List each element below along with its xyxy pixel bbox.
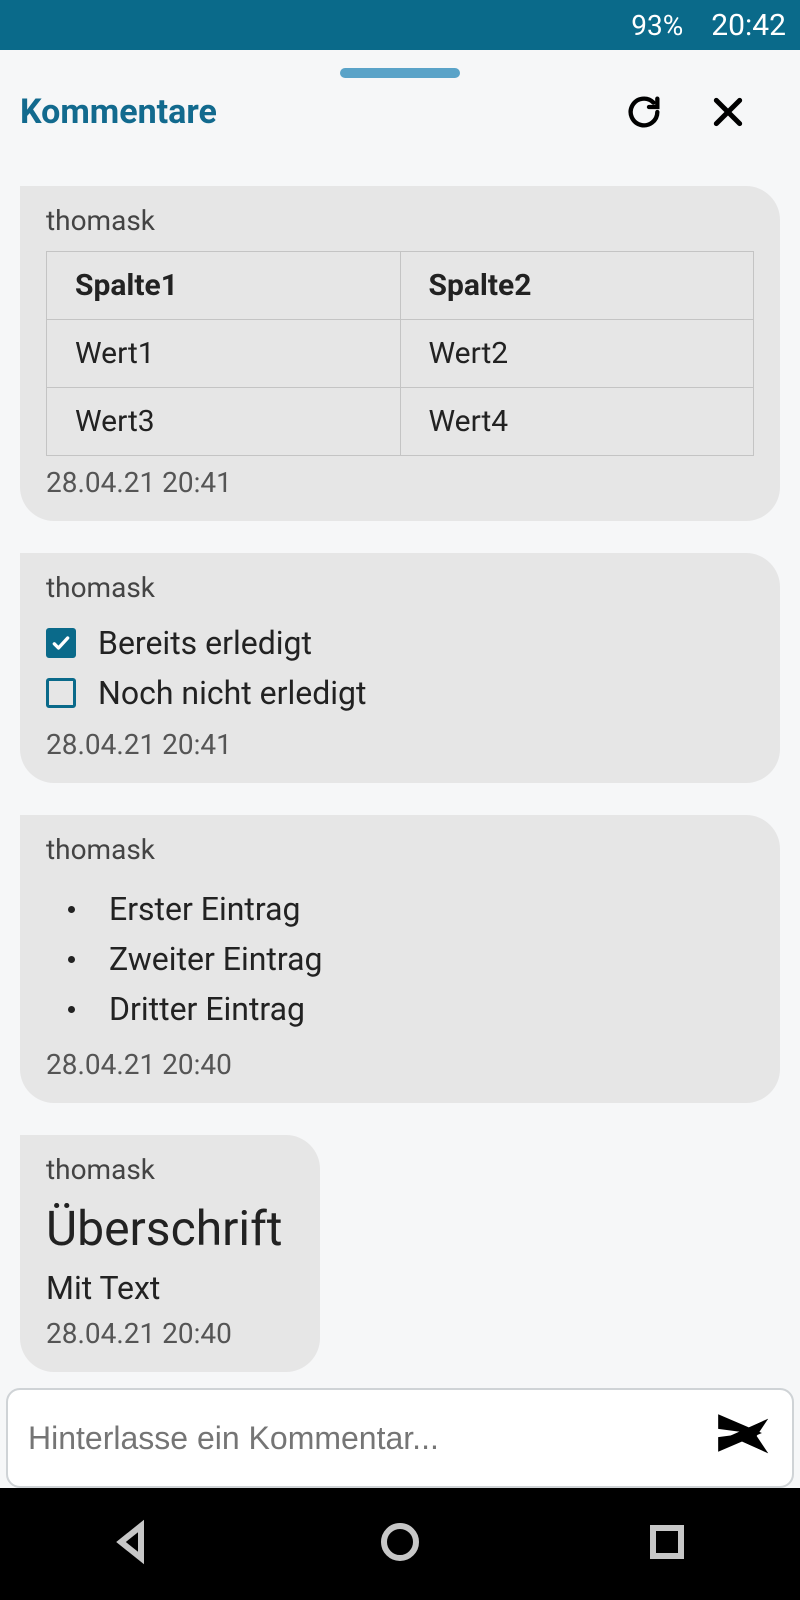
table-cell: Wert2 bbox=[400, 320, 754, 388]
close-button[interactable] bbox=[706, 90, 750, 134]
comment-composer bbox=[6, 1388, 794, 1488]
comment-body: Mit Text bbox=[46, 1269, 294, 1307]
comment-timestamp: 28.04.21 20:40 bbox=[46, 1317, 294, 1350]
checklist-item[interactable]: Noch nicht erledigt bbox=[46, 668, 754, 718]
table-header-cell: Spalte2 bbox=[400, 252, 754, 320]
comment-bubble: thomask Erster Eintrag Zweiter Eintrag D… bbox=[20, 815, 780, 1103]
list-item: Dritter Eintrag bbox=[68, 984, 754, 1034]
android-nav-bar bbox=[0, 1488, 800, 1600]
bullet-icon bbox=[68, 956, 75, 963]
send-icon[interactable] bbox=[714, 1408, 764, 1462]
battery-percent: 93% bbox=[631, 9, 683, 42]
sheet-drag-handle[interactable] bbox=[340, 68, 460, 78]
comment-heading: Überschrift bbox=[46, 1200, 294, 1257]
comments-list[interactable]: thomask Spalte1 Spalte2 Wert1 Wert2 Wert… bbox=[0, 156, 800, 1488]
comment-author: thomask bbox=[46, 833, 754, 866]
comment-bubble: thomask Spalte1 Spalte2 Wert1 Wert2 Wert… bbox=[20, 186, 780, 521]
checkbox-unchecked-icon[interactable] bbox=[46, 678, 76, 708]
list-item: Erster Eintrag bbox=[68, 884, 754, 934]
comment-timestamp: 28.04.21 20:40 bbox=[46, 1048, 754, 1081]
comment-author: thomask bbox=[46, 204, 754, 237]
page-title: Kommentare bbox=[20, 92, 217, 132]
comment-bubble: thomask Überschrift Mit Text 28.04.21 20… bbox=[20, 1135, 320, 1372]
nav-home-button[interactable] bbox=[376, 1518, 424, 1570]
table-cell: Wert1 bbox=[47, 320, 401, 388]
table-cell: Wert4 bbox=[400, 388, 754, 456]
refresh-button[interactable] bbox=[622, 90, 666, 134]
comment-bubble: thomask Bereits erledigt Noch nicht erle… bbox=[20, 553, 780, 783]
sheet-header: Kommentare bbox=[0, 84, 800, 156]
table-header-row: Spalte1 Spalte2 bbox=[47, 252, 754, 320]
comment-author: thomask bbox=[46, 1153, 294, 1186]
status-clock: 20:42 bbox=[711, 8, 786, 43]
list-item-label: Erster Eintrag bbox=[109, 890, 300, 928]
comment-timestamp: 28.04.21 20:41 bbox=[46, 466, 754, 499]
status-bar: 93% 20:42 bbox=[0, 0, 800, 50]
table-cell: Wert3 bbox=[47, 388, 401, 456]
comment-author: thomask bbox=[46, 571, 754, 604]
checklist-item[interactable]: Bereits erledigt bbox=[46, 618, 754, 668]
checklist-label: Noch nicht erledigt bbox=[98, 674, 366, 712]
list-item-label: Zweiter Eintrag bbox=[109, 940, 322, 978]
list-item-label: Dritter Eintrag bbox=[109, 990, 305, 1028]
comment-table: Spalte1 Spalte2 Wert1 Wert2 Wert3 Wert4 bbox=[46, 251, 754, 456]
checklist-label: Bereits erledigt bbox=[98, 624, 312, 662]
bullet-icon bbox=[68, 906, 75, 913]
table-row: Wert1 Wert2 bbox=[47, 320, 754, 388]
bullet-icon bbox=[68, 1006, 75, 1013]
list-item: Zweiter Eintrag bbox=[68, 934, 754, 984]
nav-recent-button[interactable] bbox=[643, 1518, 691, 1570]
comments-sheet: Kommentare thomask Spalte1 Spalte2 Wert1… bbox=[0, 50, 800, 1488]
comment-input[interactable] bbox=[28, 1420, 726, 1457]
comment-timestamp: 28.04.21 20:41 bbox=[46, 728, 754, 761]
checkbox-checked-icon[interactable] bbox=[46, 628, 76, 658]
table-header-cell: Spalte1 bbox=[47, 252, 401, 320]
nav-back-button[interactable] bbox=[109, 1518, 157, 1570]
table-row: Wert3 Wert4 bbox=[47, 388, 754, 456]
